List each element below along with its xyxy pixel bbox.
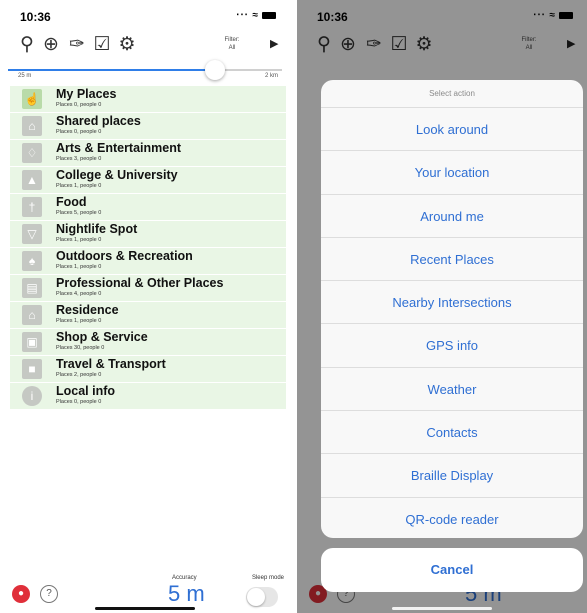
category-counts: Places 0, people 0 — [56, 129, 102, 135]
action-item[interactable]: Around me — [321, 195, 583, 238]
filter-value: All — [228, 45, 236, 51]
slider-fill — [8, 69, 211, 71]
suitcase-icon: ■ — [22, 359, 42, 379]
home-icon: ⌂ — [22, 305, 42, 325]
search-icon[interactable]: ⚲ — [16, 34, 38, 56]
graduation-cap-icon: ▲ — [22, 170, 42, 190]
category-counts: Places 1, people 0 — [56, 318, 102, 324]
sheet-title: Select action — [321, 80, 583, 108]
signal-icon: ‧‧‧ — [236, 10, 249, 21]
category-name: Residence — [56, 303, 119, 317]
category-name: Nightlife Spot — [56, 222, 138, 236]
category-counts: Places 1, people 0 — [56, 237, 102, 243]
checklist-icon[interactable]: ☑ — [91, 34, 113, 56]
thumbs-up-icon: ☝ — [22, 89, 42, 109]
action-item[interactable]: GPS info — [321, 324, 583, 368]
category-name: Arts & Entertainment — [56, 141, 182, 155]
status-bar: 10:36 ‧‧‧ ≈ — [0, 8, 290, 26]
tree-icon: ♠ — [22, 251, 42, 271]
category-name: My Places — [56, 87, 117, 101]
category-counts: Places 5, people 0 — [56, 210, 102, 216]
action-item[interactable]: Weather — [321, 368, 583, 412]
category-name: Shop & Service — [56, 330, 148, 344]
battery-icon — [262, 11, 276, 19]
main-screen: 10:36 ‧‧‧ ≈ ⚲ ⊕ ✑ ☑ ⚙ Filter: All ▶ 25 m… — [0, 0, 290, 613]
action-list: Look around Your location Around me Recent … — [321, 108, 583, 538]
toolbar: ⚲ ⊕ ✑ ☑ ⚙ Filter: All ▶ — [0, 32, 290, 60]
category-row[interactable]: ☝ My Places Places 0, people 0 — [10, 86, 286, 113]
action-item[interactable]: QR-code reader — [321, 498, 583, 538]
slider-knob[interactable] — [205, 60, 226, 80]
category-name: Outdoors & Recreation — [56, 249, 193, 263]
home-indicator — [392, 607, 492, 610]
category-list: ☝ My Places Places 0, people 0 ⌂ Shared plac… — [10, 86, 286, 410]
category-row[interactable]: ■ Travel & Transport Places 2, people 0 — [10, 356, 286, 383]
category-name: College & University — [56, 168, 178, 182]
category-row[interactable]: ♠ Outdoors & Recreation Places 1, people 0 — [10, 248, 286, 275]
slider-min-label: 25 m — [18, 73, 32, 79]
action-item[interactable]: Braille Display — [321, 454, 583, 498]
play-icon[interactable]: ▶ — [270, 37, 278, 50]
category-counts: Places 30, people 0 — [56, 345, 105, 351]
category-row[interactable]: ⌂ Shared places Places 0, people 0 — [10, 113, 286, 140]
category-counts: Places 0, people 0 — [56, 399, 102, 405]
cocktail-icon: ▽ — [22, 224, 42, 244]
category-counts: Places 1, people 0 — [56, 264, 102, 270]
house-icon: ⌂ — [22, 116, 42, 136]
action-item[interactable]: Nearby Intersections — [321, 281, 583, 325]
action-sheet-screen: 10:36 ‧‧‧ ≈ ⚲ ⊕ ✑ ☑ ⚙ Filter: All ▶ ● ? … — [297, 0, 587, 613]
status-indicators: ‧‧‧ ≈ — [236, 10, 276, 21]
action-item[interactable]: Your location — [321, 151, 583, 195]
radius-slider[interactable]: 25 m 2 km — [8, 60, 282, 82]
wrench-icon[interactable]: ✑ — [66, 34, 88, 56]
category-row[interactable]: † Food Places 5, people 0 — [10, 194, 286, 221]
building-icon: ▤ — [22, 278, 42, 298]
category-name: Shared places — [56, 114, 141, 128]
category-name: Food — [56, 195, 87, 209]
action-item[interactable]: Contacts — [321, 411, 583, 455]
category-counts: Places 4, people 0 — [56, 291, 102, 297]
filter-button[interactable]: Filter: All — [212, 36, 252, 52]
sleep-mode-toggle[interactable] — [246, 587, 278, 607]
category-row[interactable]: ▲ College & University Places 1, people 0 — [10, 167, 286, 194]
accuracy-value: 5 m — [168, 581, 205, 606]
category-row[interactable]: ♢ Arts & Entertainment Places 3, people 0 — [10, 140, 286, 167]
microphone-icon[interactable]: ● — [12, 585, 30, 603]
action-item[interactable]: Recent Places — [321, 238, 583, 282]
category-counts: Places 3, people 0 — [56, 156, 102, 162]
cancel-button[interactable]: Cancel — [321, 548, 583, 592]
category-counts: Places 1, people 0 — [56, 183, 102, 189]
slider-max-label: 2 km — [264, 73, 278, 79]
category-row[interactable]: ⌂ Residence Places 1, people 0 — [10, 302, 286, 329]
fork-knife-icon: † — [22, 197, 42, 217]
category-row[interactable]: ▽ Nightlife Spot Places 1, people 0 — [10, 221, 286, 248]
category-name: Local info — [56, 384, 116, 398]
category-name: Travel & Transport — [56, 357, 166, 371]
ticket-icon: ♢ — [22, 143, 42, 163]
status-time: 10:36 — [20, 10, 51, 24]
bottom-bar: ● ? Accuracy 5 m Sleep mode — [0, 543, 290, 613]
home-indicator — [95, 607, 195, 610]
category-row[interactable]: ▤ Professional & Other Places Places 4, pe… — [10, 275, 286, 302]
action-sheet: Select action Look around Your location Ar… — [321, 80, 583, 538]
filter-label: Filter: — [224, 37, 240, 43]
info-icon: i — [22, 386, 42, 406]
sleep-mode-label: Sleep mode — [251, 575, 284, 581]
add-icon[interactable]: ⊕ — [40, 34, 62, 56]
toggle-knob — [247, 588, 265, 606]
shopping-bag-icon: ▣ — [22, 332, 42, 352]
wifi-icon: ≈ — [252, 10, 259, 21]
gear-icon[interactable]: ⚙ — [116, 34, 138, 56]
category-name: Professional & Other Places — [56, 276, 224, 290]
action-item[interactable]: Look around — [321, 108, 583, 152]
category-row[interactable]: i Local info Places 0, people 0 — [10, 383, 286, 410]
category-counts: Places 0, people 0 — [56, 102, 102, 108]
help-icon[interactable]: ? — [40, 585, 58, 603]
category-row[interactable]: ▣ Shop & Service Places 30, people 0 — [10, 329, 286, 356]
category-counts: Places 2, people 0 — [56, 372, 102, 378]
